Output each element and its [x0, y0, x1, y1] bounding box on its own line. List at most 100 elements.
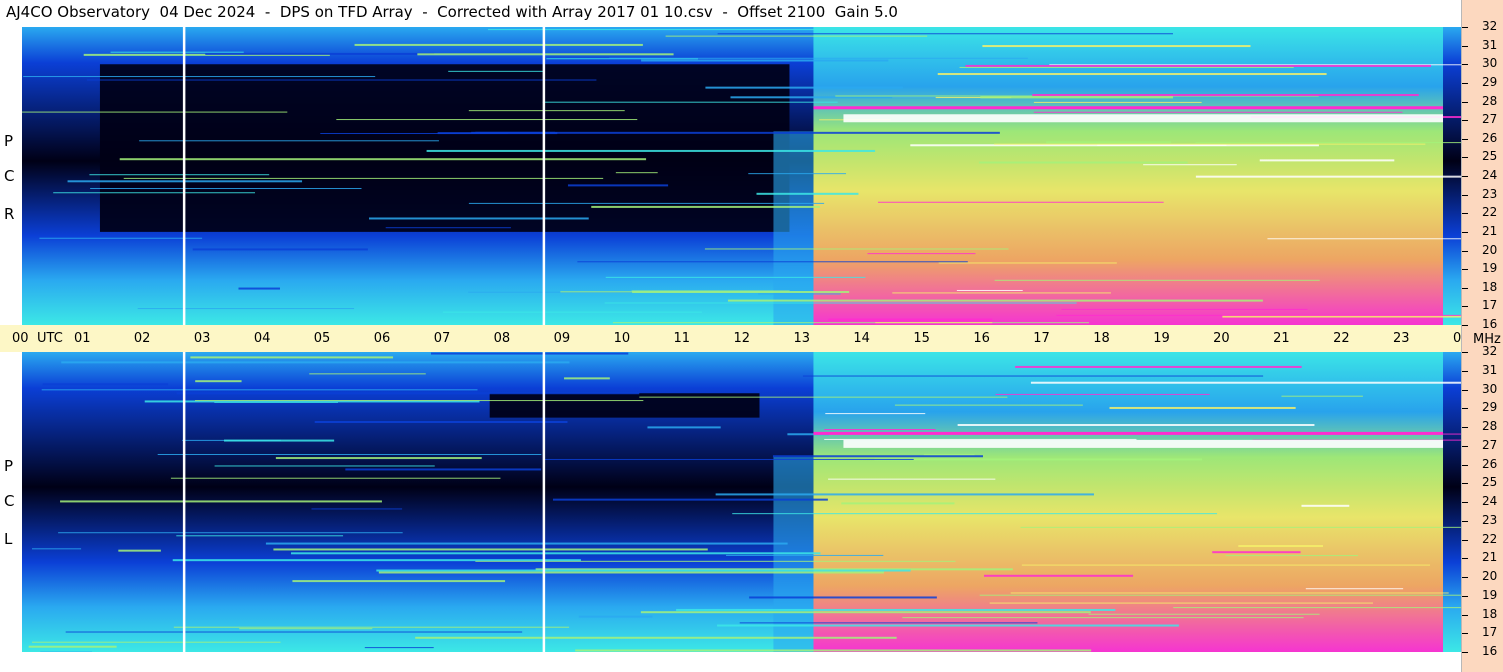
lcp-interference-streak: [1301, 504, 1350, 507]
utc-tick-label: 16: [973, 331, 990, 346]
rcp-interference-streak: [1061, 308, 1308, 310]
lcp-interference-streak: [190, 356, 394, 359]
lcp-interference-streak: [824, 429, 936, 431]
lcp-interference-streak: [739, 622, 1038, 624]
lcp-interference-streak: [309, 373, 426, 375]
lcp-mhz-tick-mark: [1462, 502, 1468, 503]
rcp-interference-streak: [959, 66, 1294, 68]
rcp-interference-streak: [615, 172, 658, 174]
lcp-interference-streak: [639, 396, 1008, 398]
rcp-interference-streak: [577, 261, 968, 263]
lcp-mhz-tick-mark: [1462, 652, 1468, 653]
rcp-mhz-tick-label: 16: [1482, 317, 1498, 331]
lcp-mhz-tick-mark: [1462, 577, 1468, 578]
rcp-interference-streak: [875, 322, 993, 324]
lcp-spike-line-2: [542, 352, 546, 652]
lcp-interference-streak: [58, 532, 403, 534]
lcp-interference-streak: [676, 608, 1116, 611]
lcp-mhz-tick-mark: [1462, 614, 1468, 616]
utc-tick-label: 22: [1333, 331, 1350, 346]
rcp-interference-streak: [417, 53, 674, 56]
lcp-interference-streak: [195, 380, 242, 383]
lcp-interference-streak: [1020, 526, 1461, 528]
lcp-interference-streak: [578, 615, 653, 618]
lcp-interference-streak: [415, 636, 897, 639]
lcp-interference-streak: [157, 453, 542, 455]
lcp-interference-streak: [902, 617, 1304, 619]
rcp-interference-streak: [1046, 141, 1172, 144]
lcp-interference-streak: [544, 458, 914, 460]
lcp-interference-streak: [378, 571, 884, 574]
rcp-interference-streak: [123, 177, 604, 179]
rcp-interference-streak: [1195, 142, 1461, 144]
rcp-interference-streak: [1195, 175, 1461, 178]
rcp-strong-band-edge: [813, 106, 1444, 110]
lcp-mhz-tick-label: 27: [1482, 437, 1498, 452]
utc-tick-label: 03: [193, 331, 211, 346]
rcp-mhz-tick-label: 26: [1482, 130, 1498, 145]
utc-tick-label: 07: [433, 331, 451, 346]
lcp-interference-streak: [923, 454, 975, 456]
lcp-interference-streak: [31, 548, 82, 550]
rcp-interference-streak: [994, 143, 1426, 145]
rcp-interference-streak: [468, 202, 825, 204]
lcp-interference-streak: [273, 548, 708, 551]
lcp-interference-streak: [1021, 564, 1431, 566]
rcp-mhz-tick-label: 23: [1482, 186, 1498, 201]
rcp-interference-streak: [487, 29, 821, 31]
rcp-interference-streak: [867, 253, 976, 255]
lcp-spectrogram: [22, 352, 1461, 652]
rcp-interference-streak: [705, 86, 903, 89]
rcp-interference-streak: [1097, 144, 1227, 146]
rcp-interference-streak: [448, 70, 545, 72]
utc-tick-label: 15: [913, 331, 930, 346]
lcp-mhz-tick-mark: [1462, 445, 1468, 447]
rcp-spike-line-1: [182, 27, 186, 325]
rcp-interference-streak: [369, 217, 589, 220]
rcp-interference-streak: [1033, 111, 1403, 113]
rcp-interference-streak: [1222, 315, 1461, 318]
rcp-interference-streak: [938, 262, 1117, 264]
rcp-mhz-tick-label: 24: [1482, 168, 1498, 182]
rcp-mhz-tick-mark: [1462, 269, 1468, 271]
rcp-interference-streak: [89, 174, 270, 176]
rcp-spectrogram: [22, 27, 1461, 325]
lcp-interference-streak: [195, 400, 644, 402]
lcp-interference-streak: [1015, 365, 1302, 368]
lcp-interference-streak: [874, 458, 1203, 461]
lcp-interference-streak: [173, 626, 570, 628]
rcp-interference-streak: [980, 96, 1173, 99]
rcp-interference-streak: [426, 149, 876, 152]
rcp-mhz-tick-mark: [1462, 250, 1468, 252]
rcp-mhz-tick-label: 28: [1482, 93, 1498, 108]
lcp-interference-streak: [1305, 588, 1404, 590]
rcp-interference-streak: [937, 73, 1327, 76]
rcp-interference-streak: [605, 276, 866, 278]
rcp-mhz-tick-mark: [1462, 120, 1468, 122]
rcp-interference-streak: [641, 59, 889, 62]
rcp-daytime-ramp: [773, 131, 814, 325]
lcp-strong-band: [843, 439, 1444, 448]
rcp-interference-streak: [137, 308, 355, 310]
rcp-mhz-tick-mark: [1462, 176, 1468, 177]
utc-tick-label: 09: [553, 331, 571, 346]
utc-tick-label: 02: [133, 331, 151, 346]
rcp-spectrogram-plot: [22, 27, 1461, 325]
utc-tick-label: 23: [1393, 331, 1410, 346]
lcp-mhz-tick-mark: [1462, 352, 1468, 353]
utc-tick-label: 06: [373, 331, 391, 346]
rcp-interference-streak: [758, 293, 841, 295]
rcp-mhz-tick-mark: [1462, 45, 1468, 47]
rcp-interference-streak: [982, 45, 1251, 48]
rcp-mhz-tick-label: 29: [1482, 74, 1498, 89]
rcp-interference-streak: [612, 322, 1090, 324]
lcp-interference-streak: [376, 569, 911, 572]
rcp-interference-streak: [1267, 238, 1461, 240]
lcp-interference-streak: [979, 594, 1461, 596]
lcp-interference-streak: [239, 628, 373, 630]
lcp-interference-streak: [564, 377, 610, 380]
lcp-interference-streak: [984, 574, 1134, 577]
lcp-interference-streak: [1225, 555, 1358, 557]
rcp-polarization-label: R C P: [0, 27, 22, 325]
rcp-letter-r: R: [4, 205, 15, 223]
